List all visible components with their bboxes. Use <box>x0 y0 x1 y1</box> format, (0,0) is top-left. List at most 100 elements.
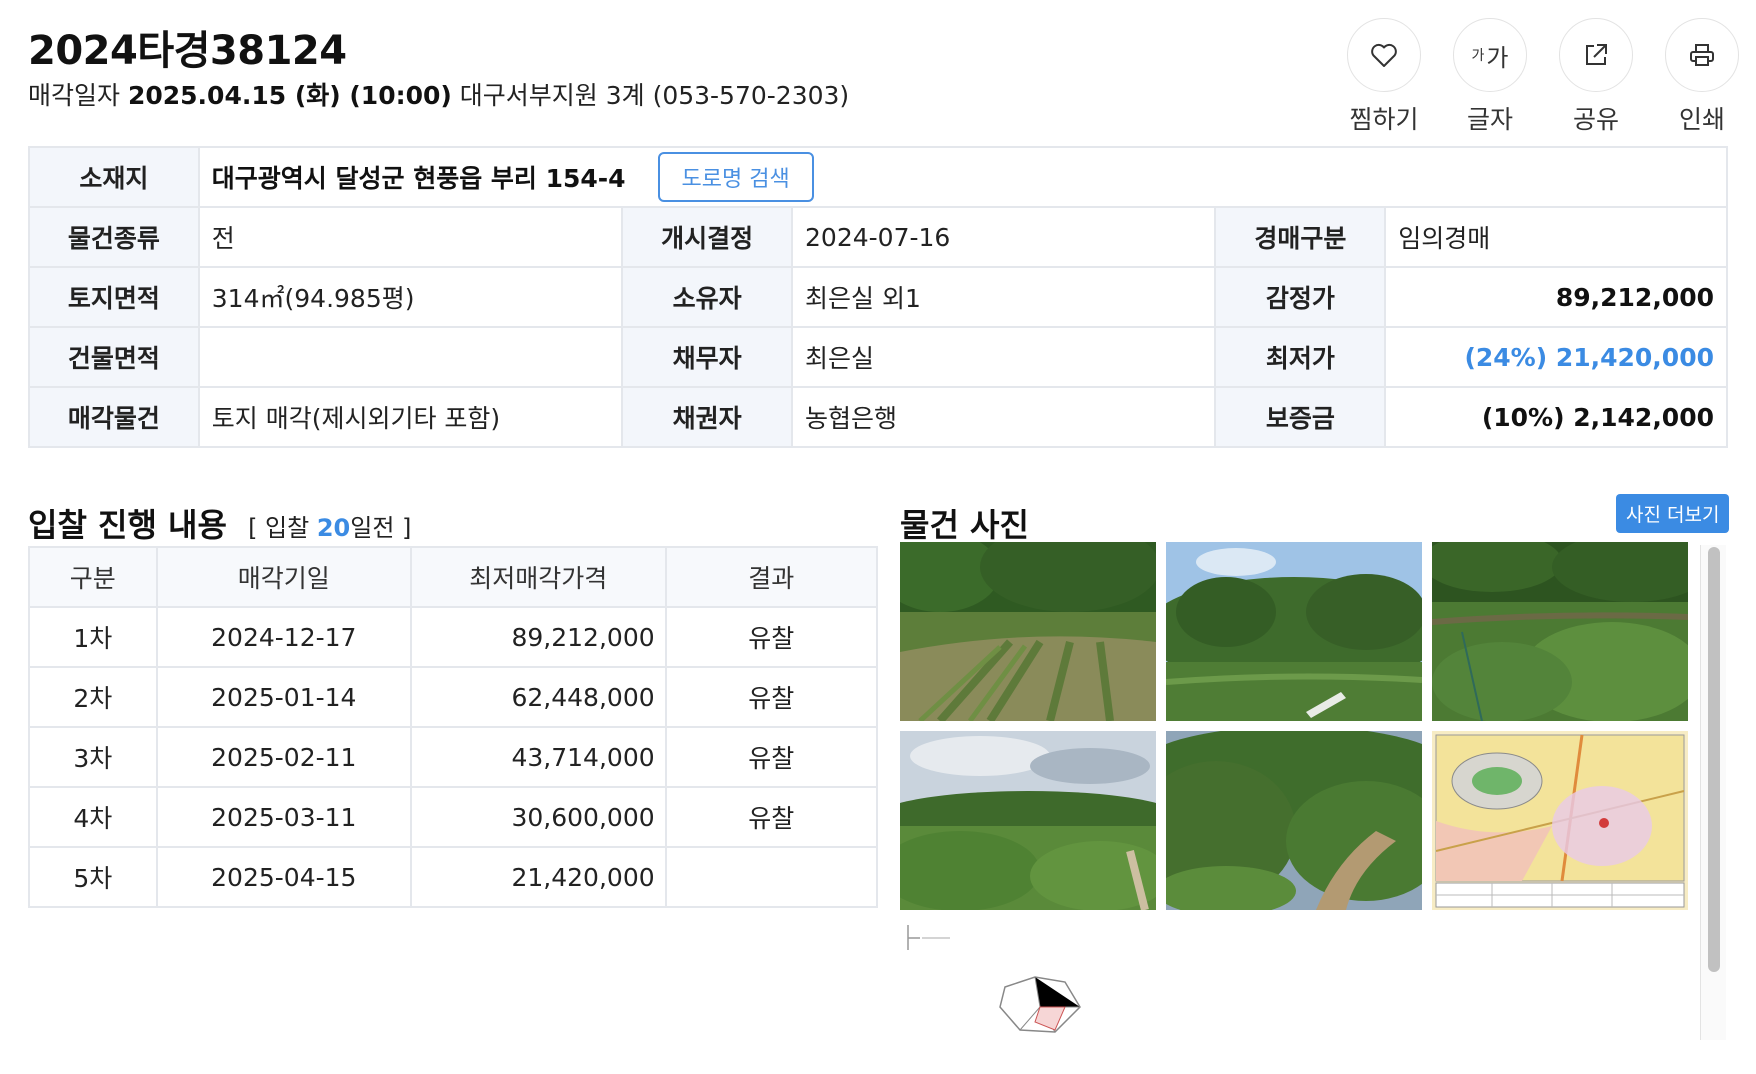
price-cell: 89,212,000 <box>409 606 667 668</box>
info-label: 개시결정 <box>621 206 794 268</box>
sale-label: 매각일자 <box>28 81 121 110</box>
table-row: 3차 2025-02-11 43,714,000 유찰 <box>28 726 879 788</box>
info-row: 매각물건 토지 매각(제시외기타 포함) 채권자 농협은행 보증금 (10%) … <box>28 386 1728 448</box>
table-row: 1차 2024-12-17 89,212,000 유찰 <box>28 606 879 668</box>
info-row: 토지면적 314㎡(94.985평) 소유자 최은실 외1 감정가 89,212… <box>28 266 1728 328</box>
court-info: 대구서부지원 3계 (053-570-2303) <box>459 81 850 110</box>
share-label: 공유 <box>1572 105 1619 134</box>
result-cell: 유찰 <box>664 666 879 728</box>
heart-icon <box>1347 18 1421 92</box>
favorite-label: 찜하기 <box>1349 105 1419 134</box>
property-photo[interactable] <box>900 542 1156 721</box>
road-name-search-button[interactable]: 도로명 검색 <box>657 152 814 202</box>
action-bar: 찜하기 가가 글자 공유 인쇄 <box>1346 18 1740 136</box>
photo-section-title: 물건 사진 <box>900 506 1029 544</box>
result-cell: 유찰 <box>664 726 879 788</box>
info-value: 농협은행 <box>791 386 1217 448</box>
case-number: 2024타경38124 <box>28 28 347 74</box>
date-cell: 2025-04-15 <box>155 846 412 908</box>
info-label: 소유자 <box>621 266 794 328</box>
location-map-image[interactable] <box>1432 731 1688 910</box>
scrollbar-thumb[interactable] <box>1708 547 1720 972</box>
round-cell: 4차 <box>28 786 158 848</box>
location-cell: 대구광역시 달성군 현풍읍 부리 154-4 도로명 검색 <box>197 146 1729 208</box>
minimum-price: (24%) 21,420,000 <box>1384 326 1728 388</box>
bid-header-row: 구분 매각기일 최저매각가격 결과 <box>28 546 879 608</box>
font-size-label: 글자 <box>1466 105 1513 134</box>
info-label: 매각물건 <box>28 386 200 448</box>
date-cell: 2024-12-17 <box>155 606 412 668</box>
bid-title-text: 입찰 진행 내용 <box>28 506 227 544</box>
info-label: 토지면적 <box>28 266 200 328</box>
scale-drawing <box>900 920 970 960</box>
share-icon <box>1559 18 1633 92</box>
info-label: 채권자 <box>621 386 794 448</box>
info-value: 임의경매 <box>1384 206 1728 268</box>
info-label: 보증금 <box>1214 386 1387 448</box>
property-photo[interactable] <box>1166 542 1422 721</box>
property-photo[interactable] <box>900 731 1156 910</box>
bid-history-table: 구분 매각기일 최저매각가격 결과 1차 2024-12-17 89,212,000… <box>28 546 879 908</box>
bid-days-count: 20 <box>316 514 351 542</box>
appraisal-price: 89,212,000 <box>1384 266 1728 328</box>
info-label: 경매구분 <box>1214 206 1387 268</box>
sale-info: 매각일자 2025.04.15 (화) (10:00) 대구서부지원 3계 (0… <box>28 76 849 112</box>
info-value: 314㎡(94.985평) <box>197 266 624 328</box>
info-row: 건물면적 채무자 최은실 최저가 (24%) 21,420,000 <box>28 326 1728 388</box>
price-cell: 21,420,000 <box>409 846 667 908</box>
date-cell: 2025-03-11 <box>155 786 412 848</box>
photo-gallery <box>900 542 1730 1040</box>
column-header: 매각기일 <box>155 546 412 608</box>
location-row: 소재지 대구광역시 달성군 현풍읍 부리 154-4 도로명 검색 <box>28 146 1729 208</box>
table-row: 5차 2025-04-15 21,420,000 <box>28 846 879 908</box>
sale-datetime: 2025.04.15 (화) (10:00) <box>127 81 452 110</box>
bid-section-title: 입찰 진행 내용 [ 입찰 20일전 ] <box>28 500 411 546</box>
round-cell: 1차 <box>28 606 158 668</box>
bid-days-note: [ 입찰 20일전 ] <box>248 514 412 542</box>
info-value: 전 <box>197 206 624 268</box>
round-cell: 5차 <box>28 846 158 908</box>
info-value: 2024-07-16 <box>791 206 1217 268</box>
column-header: 구분 <box>28 546 158 608</box>
result-cell: 유찰 <box>664 786 879 848</box>
print-icon <box>1665 18 1739 92</box>
info-label: 최저가 <box>1214 326 1387 388</box>
column-header: 결과 <box>664 546 879 608</box>
price-cell: 43,714,000 <box>409 726 667 788</box>
info-label: 물건종류 <box>28 206 200 268</box>
print-label: 인쇄 <box>1678 105 1725 134</box>
share-button[interactable]: 공유 <box>1558 18 1634 136</box>
photo-scrollbar[interactable] <box>1700 545 1726 1040</box>
parcel-drawing <box>995 972 1085 1040</box>
table-row: 2차 2025-01-14 62,448,000 유찰 <box>28 666 879 728</box>
info-value: 최은실 <box>791 326 1217 388</box>
location-address: 대구광역시 달성군 현풍읍 부리 154-4 <box>211 164 626 193</box>
info-label: 감정가 <box>1214 266 1387 328</box>
font-size-icon: 가가 <box>1453 18 1527 92</box>
more-photos-button[interactable]: 사진 더보기 <box>1616 494 1730 533</box>
result-cell <box>664 846 879 908</box>
date-cell: 2025-02-11 <box>155 726 412 788</box>
info-value: 최은실 외1 <box>791 266 1217 328</box>
print-button[interactable]: 인쇄 <box>1664 18 1740 136</box>
round-cell: 2차 <box>28 666 158 728</box>
info-row: 물건종류 전 개시결정 2024-07-16 경매구분 임의경매 <box>28 206 1728 268</box>
property-info-table: 소재지 대구광역시 달성군 현풍읍 부리 154-4 도로명 검색 물건종류 전… <box>28 146 1729 448</box>
info-label: 채무자 <box>621 326 794 388</box>
font-size-button[interactable]: 가가 글자 <box>1452 18 1528 136</box>
table-row: 4차 2025-03-11 30,600,000 유찰 <box>28 786 879 848</box>
price-cell: 62,448,000 <box>409 666 667 728</box>
info-value: 토지 매각(제시외기타 포함) <box>197 386 624 448</box>
round-cell: 3차 <box>28 726 158 788</box>
deposit-amount: (10%) 2,142,000 <box>1384 386 1728 448</box>
price-cell: 30,600,000 <box>409 786 667 848</box>
favorite-button[interactable]: 찜하기 <box>1346 18 1422 136</box>
location-label: 소재지 <box>28 146 200 208</box>
property-photo[interactable] <box>1166 731 1422 910</box>
result-cell: 유찰 <box>664 606 879 668</box>
column-header: 최저매각가격 <box>409 546 667 608</box>
info-value <box>197 326 624 388</box>
info-label: 건물면적 <box>28 326 200 388</box>
property-photo[interactable] <box>1432 542 1688 721</box>
date-cell: 2025-01-14 <box>155 666 412 728</box>
